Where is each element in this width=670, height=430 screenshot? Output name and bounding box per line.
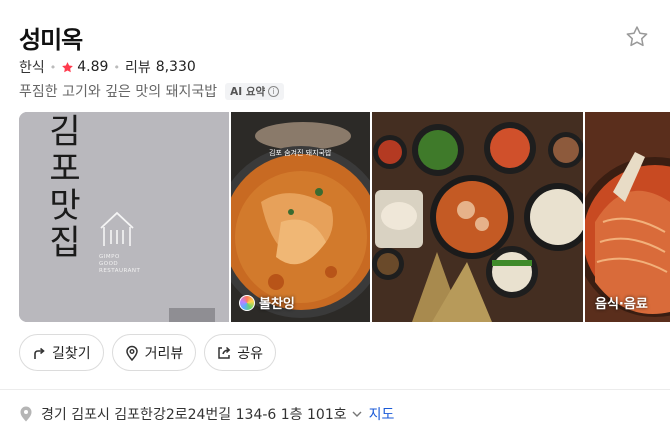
address-text: 경기 김포시 김포한강2로24번길 134-6 1층 101호 [41,407,347,423]
share-label: 공유 [237,345,264,362]
street-view-button[interactable]: 거리뷰 [111,334,197,371]
photo-soup-bowl[interactable]: 김포 숨겨진 돼지국밥 볼찬잉 [231,112,370,322]
chevron-down-icon[interactable] [351,408,363,420]
street-view-label: 거리뷰 [144,345,184,362]
ai-summary-badge[interactable]: AI 요약 i [225,82,285,100]
description: 푸짐한 고기와 깊은 맛의 돼지국밥 [19,84,218,100]
photo-storefront-sign[interactable]: 김 포 맛 집 GIMPO GOOD RESTAURANT [19,112,229,322]
action-buttons: 길찾기 거리뷰 공유 [19,334,277,371]
sign-text: 김 포 맛 집 [49,112,81,263]
separator-dot: • [113,60,120,74]
avatar-icon [239,294,255,311]
photo-gallery: 김 포 맛 집 GIMPO GOOD RESTAURANT 김포 숨겨진 돼지국… [19,112,670,322]
restaurant-logo-icon [100,211,134,246]
category: 한식 [19,60,45,76]
directions-button[interactable]: 길찾기 [19,334,104,371]
directions-label: 길찾기 [52,345,91,362]
ai-badge-label: AI 요약 [230,85,266,98]
photo-label: 음식·음료 [595,297,648,312]
place-name: 성미옥 [19,26,83,54]
map-pin-icon [20,406,32,422]
review-label: 리뷰 [124,60,151,76]
meta-row: 한식 • 4.89 • 리뷰 8,330 [19,57,196,77]
review-count[interactable]: 8,330 [156,59,196,75]
photo-label: 볼찬잉 [239,293,295,312]
rating: 4.89 [77,59,109,75]
star-filled-icon [62,61,74,72]
location-pin-icon [125,345,138,361]
sign-small-text: GIMPO GOOD RESTAURANT [99,254,141,274]
photo-table-spread[interactable] [372,112,583,322]
share-button[interactable]: 공유 [204,334,277,371]
description-row: 푸짐한 고기와 깊은 맛의 돼지국밥 AI 요약 i [19,81,285,101]
map-link[interactable]: 지도 [369,404,395,424]
info-icon[interactable]: i [268,85,280,97]
bowl-caption: 김포 숨겨진 돼지국밥 [269,149,332,157]
share-icon [218,346,231,359]
star-outline-icon[interactable] [624,24,650,50]
address-row: 경기 김포시 김포한강2로24번길 134-6 1층 101호 지도 [19,404,394,424]
directions-icon [34,347,45,359]
photo-noodles[interactable]: 음식·음료 [585,112,670,322]
separator-dot: • [49,60,57,74]
section-divider [0,389,670,390]
